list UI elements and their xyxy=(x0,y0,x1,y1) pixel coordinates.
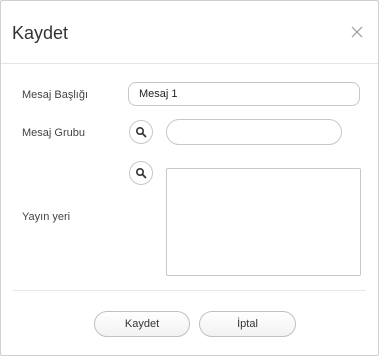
close-icon[interactable] xyxy=(350,25,364,39)
message-group-label: Mesaj Grubu xyxy=(22,127,85,139)
save-dialog: Kaydet Mesaj Başlığı Mesaj Grubu Yayın y… xyxy=(0,0,379,356)
message-group-input[interactable] xyxy=(166,119,342,145)
header-divider xyxy=(1,63,378,64)
message-group-search-button[interactable] xyxy=(129,120,153,144)
search-icon xyxy=(135,126,147,138)
save-button[interactable]: Kaydet xyxy=(94,311,190,337)
publish-location-search-button[interactable] xyxy=(129,161,153,185)
publish-location-textarea[interactable] xyxy=(166,168,361,276)
cancel-button[interactable]: İptal xyxy=(199,311,296,337)
footer-divider xyxy=(13,290,366,291)
message-title-label: Mesaj Başlığı xyxy=(22,89,89,101)
publish-location-label: Yayın yeri xyxy=(22,211,71,223)
search-icon xyxy=(135,167,147,179)
message-title-input[interactable] xyxy=(128,82,360,106)
dialog-title: Kaydet xyxy=(12,23,69,43)
